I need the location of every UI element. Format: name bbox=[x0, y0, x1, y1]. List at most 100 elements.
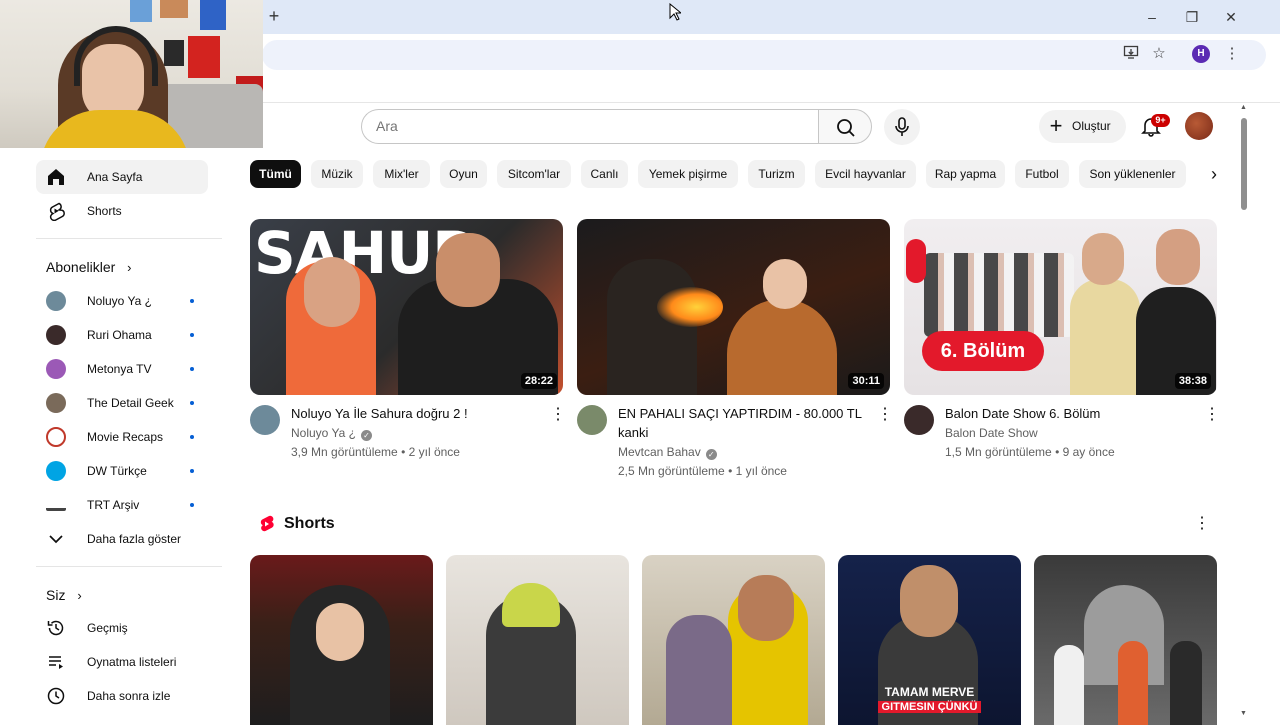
new-tab-button[interactable]: + bbox=[266, 6, 282, 26]
chip[interactable]: Mix'ler bbox=[373, 160, 430, 188]
video-thumbnail[interactable]: SAHUR 28:22 bbox=[250, 219, 563, 395]
sidebar-item-watch-later[interactable]: Daha sonra izle bbox=[36, 679, 208, 713]
account-avatar[interactable] bbox=[1185, 112, 1213, 140]
video-channel[interactable]: Noluyo Ya ¿ ✓ bbox=[291, 426, 372, 441]
video-thumbnail[interactable]: 6. Bölüm 38:38 bbox=[904, 219, 1217, 395]
thumbnail-person bbox=[1070, 279, 1140, 395]
sidebar-item-home[interactable]: Ana Sayfa bbox=[36, 160, 208, 194]
chip[interactable]: Canlı bbox=[581, 160, 628, 188]
heart-icon bbox=[906, 239, 926, 283]
thumbnail-person bbox=[1170, 641, 1202, 725]
search-input[interactable]: Ara bbox=[361, 109, 818, 144]
sidebar-item-subscription[interactable]: TRT Arşiv bbox=[36, 488, 208, 522]
chip[interactable]: Rap yapma bbox=[926, 160, 1005, 188]
more-options-icon[interactable]: ⋮ bbox=[877, 405, 893, 425]
thumbnail-person bbox=[1054, 645, 1084, 725]
minimize-button[interactable]: – bbox=[1142, 7, 1162, 27]
video-title[interactable]: EN PAHALI SAÇI YAPTIRDIM - 80.000 TL bbox=[618, 404, 862, 423]
chip[interactable]: Futbol bbox=[1015, 160, 1069, 188]
address-bar[interactable] bbox=[262, 40, 1266, 70]
search-button[interactable] bbox=[818, 109, 872, 144]
video-meta: 3,9 Mn görüntüleme • 2 yıl önce bbox=[291, 445, 460, 459]
you-section-header[interactable]: Siz › bbox=[46, 587, 82, 603]
video-title[interactable]: Balon Date Show 6. Bölüm bbox=[945, 404, 1100, 423]
verified-icon: ✓ bbox=[705, 449, 717, 460]
video-title-line2[interactable]: kanki bbox=[618, 423, 648, 442]
channel-avatar[interactable] bbox=[250, 405, 280, 435]
chip[interactable]: Oyun bbox=[440, 160, 487, 188]
short-thumbnail[interactable] bbox=[250, 555, 433, 725]
show-more-button[interactable]: Daha fazla göster bbox=[36, 522, 208, 556]
sidebar-item-shorts[interactable]: Shorts bbox=[36, 194, 208, 228]
thumbnail-person bbox=[763, 259, 807, 309]
chevron-right-icon: › bbox=[77, 588, 82, 603]
channel-avatar[interactable] bbox=[577, 405, 607, 435]
sidebar-item-subscription[interactable]: Ruri Ohama bbox=[36, 318, 208, 352]
short-caption-highlight: GITMESIN ÇÜNKÜ bbox=[878, 701, 981, 713]
scrollbar-thumb[interactable] bbox=[1241, 118, 1247, 210]
short-thumbnail[interactable] bbox=[642, 555, 825, 725]
chip[interactable]: Sitcom'lar bbox=[497, 160, 571, 188]
chip[interactable]: Evcil hayvanlar bbox=[815, 160, 916, 188]
sidebar-item-playlists[interactable]: Oynatma listeleri bbox=[36, 645, 208, 679]
sidebar-item-subscription[interactable]: Movie Recaps bbox=[36, 420, 208, 454]
thumbnail-person bbox=[1118, 641, 1148, 725]
short-thumbnail[interactable] bbox=[1034, 555, 1217, 725]
video-channel[interactable]: Mevtcan Bahav ✓ bbox=[618, 445, 717, 460]
video-thumbnail[interactable]: 30:11 bbox=[577, 219, 890, 395]
browser-menu-icon[interactable]: ⋮ bbox=[1222, 44, 1242, 64]
sidebar-item-label: Metonya TV bbox=[87, 362, 152, 376]
sidebar-item-label: Ruri Ohama bbox=[87, 328, 152, 342]
thumbnail-title-text: 6. Bölüm bbox=[922, 331, 1044, 371]
video-meta: 2,5 Mn görüntüleme • 1 yıl önce bbox=[618, 464, 787, 478]
sidebar-item-label: Ana Sayfa bbox=[87, 170, 143, 184]
subscriptions-header[interactable]: Abonelikler › bbox=[46, 259, 132, 275]
video-title[interactable]: Noluyo Ya İle Sahura doğru 2 ! bbox=[291, 404, 468, 423]
close-window-button[interactable]: ✕ bbox=[1221, 7, 1241, 27]
chip-all[interactable]: Tümü bbox=[250, 160, 301, 188]
chip[interactable]: Yemek pişirme bbox=[638, 160, 738, 188]
sidebar-item-label: The Detail Geek bbox=[87, 396, 174, 410]
channel-name: Balon Date Show bbox=[945, 426, 1038, 440]
verified-icon: ✓ bbox=[360, 430, 372, 441]
search-icon bbox=[837, 119, 855, 137]
restore-button[interactable]: ❐ bbox=[1182, 7, 1202, 27]
sidebar-item-subscription[interactable]: Noluyo Ya ¿ bbox=[36, 284, 208, 318]
chip[interactable]: Müzik bbox=[311, 160, 363, 188]
video-channel[interactable]: Balon Date Show bbox=[945, 426, 1038, 440]
channel-name: Mevtcan Bahav bbox=[618, 445, 701, 459]
new-content-dot bbox=[190, 299, 194, 303]
sidebar-item-subscription[interactable]: The Detail Geek bbox=[36, 386, 208, 420]
new-content-dot bbox=[190, 469, 194, 473]
chip[interactable]: Turizm bbox=[748, 160, 805, 188]
thumbnail-person bbox=[502, 583, 560, 627]
short-thumbnail[interactable]: TAMAM MERVE GITMESIN ÇÜNKÜ bbox=[838, 555, 1021, 725]
more-options-icon[interactable]: ⋮ bbox=[550, 405, 566, 425]
scroll-down-arrow-icon[interactable]: ▼ bbox=[1240, 710, 1247, 717]
install-app-icon[interactable] bbox=[1121, 44, 1141, 64]
chip[interactable]: Son yüklenenler bbox=[1079, 160, 1186, 188]
sidebar-item-subscription[interactable]: Metonya TV bbox=[36, 352, 208, 386]
channel-avatar bbox=[46, 325, 66, 345]
channel-avatar bbox=[46, 393, 66, 413]
sidebar-item-subscription[interactable]: DW Türkçe bbox=[36, 454, 208, 488]
channel-avatar[interactable] bbox=[904, 405, 934, 435]
more-options-icon[interactable]: ⋮ bbox=[1204, 405, 1220, 425]
new-content-dot bbox=[190, 333, 194, 337]
video-duration: 30:11 bbox=[848, 373, 884, 389]
bookmark-star-icon[interactable]: ☆ bbox=[1149, 44, 1169, 64]
new-content-dot bbox=[190, 435, 194, 439]
sidebar-item-history[interactable]: Geçmiş bbox=[36, 611, 208, 645]
channel-avatar bbox=[46, 461, 66, 481]
thumbnail-group bbox=[924, 253, 1074, 337]
thumbnail-person bbox=[900, 565, 958, 637]
sidebar-item-label: Shorts bbox=[87, 204, 122, 218]
voice-search-button[interactable] bbox=[884, 109, 920, 145]
scroll-up-arrow-icon[interactable]: ▲ bbox=[1240, 104, 1247, 111]
browser-profile-avatar[interactable]: H bbox=[1192, 45, 1210, 63]
divider bbox=[36, 238, 222, 239]
chevron-right-icon[interactable]: › bbox=[1203, 163, 1225, 185]
sidebar-item-label: Daha sonra izle bbox=[87, 689, 171, 703]
short-thumbnail[interactable] bbox=[446, 555, 629, 725]
more-options-icon[interactable]: ⋮ bbox=[1194, 514, 1210, 534]
